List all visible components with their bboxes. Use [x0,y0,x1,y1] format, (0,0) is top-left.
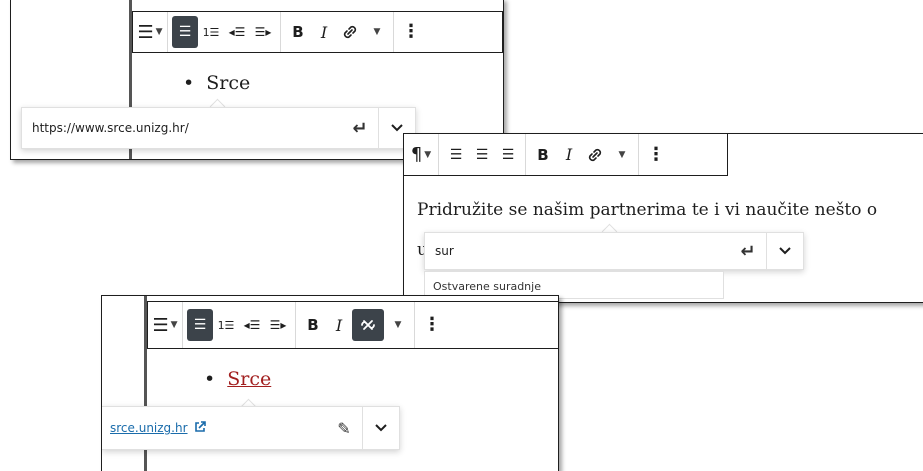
list-block-switcher[interactable]: ☰ ▼ [137,16,163,48]
outdent-icon: ◂☰ [243,318,261,332]
list-block: • Srce [183,72,250,94]
italic-button[interactable]: I [556,139,582,171]
align-center-button[interactable]: ☰ [469,139,495,171]
bullet: • [204,368,216,390]
link-url-popover: https://www.srce.unizg.hr/ ↵ [21,107,416,149]
list-block: • Srce [204,368,271,390]
list-block-switcher[interactable]: ☰ ▼ [152,309,178,341]
editor-panel-link-search: ¶ ▼ ☰ ☰ ☰ B I ▼ ⋮ Pridružite se našim pa… [403,133,923,303]
list-icon: ☰ [137,21,154,43]
block-toolbar: ☰ ▼ ☰ 1☰ ◂☰ ☰▸ B I ▼ ⋮ [132,11,503,53]
chevron-down-icon [375,424,387,432]
list-format-group: ☰ 1☰ ◂☰ ☰▸ [183,302,296,348]
chevron-down-icon [391,124,403,132]
link-settings-toggle[interactable] [767,233,803,269]
caret-down-icon: ▼ [424,149,432,160]
outdent-button[interactable]: ◂☰ [224,16,250,48]
block-toolbar: ☰ ▼ ☰ 1☰ ◂☰ ☰▸ B I ▼ ⋮ [147,301,558,349]
more-format-button[interactable]: ▼ [608,139,634,171]
link-icon [343,25,357,39]
options-group: ⋮ [394,12,428,52]
list-item-text[interactable]: Srce [206,72,250,94]
list-format-group: ☰ 1☰ ◂☰ ☰▸ [168,12,281,52]
align-center-icon: ☰ [475,146,489,163]
options-group: ⋮ [415,302,449,348]
pencil-icon: ✎ [337,418,351,438]
link-icon [588,148,602,161]
linked-list-item-text[interactable]: Srce [227,368,271,390]
indent-button[interactable]: ☰▸ [250,16,276,48]
align-left-button[interactable]: ☰ [443,139,469,171]
caret-down-icon: ▼ [170,320,178,330]
link-search-popover: sur ↵ [424,232,804,270]
paragraph-text[interactable]: Pridružite se našim partnerima te i vi n… [417,200,877,220]
list-icon: ☰ [152,314,169,336]
block-toolbar: ¶ ▼ ☰ ☰ ☰ B I ▼ ⋮ [404,134,728,176]
more-format-button[interactable]: ▼ [384,309,410,341]
bold-button[interactable]: B [285,16,311,48]
block-type-group: ☰ ▼ [148,302,183,348]
ordered-list-button[interactable]: 1☰ [213,309,239,341]
unlink-icon [361,320,375,330]
link-button[interactable] [337,16,363,48]
suggestion-title: Ostvarene suradnje [433,280,541,293]
more-format-button[interactable]: ▼ [363,16,389,48]
block-options-button[interactable]: ⋮ [419,309,445,341]
enter-icon: ↵ [352,117,368,139]
editor-panel-link-preview: ☰ ▼ ☰ 1☰ ◂☰ ☰▸ B I ▼ ⋮ • Srce srce.unizg… [101,295,559,471]
block-type-group: ¶ ▼ [404,134,439,175]
block-options-button[interactable]: ⋮ [398,16,424,48]
unlink-button[interactable] [352,309,384,341]
edit-link-button[interactable]: ✎ [326,407,362,449]
format-group: B I ▼ [526,134,639,175]
italic-button[interactable]: I [326,309,352,341]
bold-button[interactable]: B [300,309,326,341]
align-group: ☰ ☰ ☰ [439,134,526,175]
unordered-list-icon: ☰ [193,317,207,333]
indent-icon: ☰▸ [269,318,287,332]
chevron-down-icon [779,247,791,255]
options-group: ⋮ [639,134,673,175]
paragraph-icon: ¶ [410,144,423,165]
format-group: B I ▼ [296,302,415,348]
link-preview: srce.unizg.hr [102,421,326,435]
align-right-icon: ☰ [501,146,515,163]
caret-down-icon: ▼ [373,27,381,37]
caret-down-icon: ▼ [155,27,163,37]
link-preview-popover: srce.unizg.hr ✎ [102,406,400,450]
align-left-icon: ☰ [449,146,463,163]
caret-down-icon: ▼ [394,320,402,330]
enter-icon: ↵ [740,240,756,262]
apply-link-button[interactable]: ↵ [342,108,378,148]
bullet: • [183,72,195,94]
link-url-display[interactable]: srce.unizg.hr [110,421,188,435]
ordered-list-button[interactable]: 1☰ [198,16,224,48]
link-settings-toggle[interactable] [363,407,399,449]
block-options-button[interactable]: ⋮ [643,139,669,171]
block-type-group: ☰ ▼ [133,12,168,52]
align-right-button[interactable]: ☰ [495,139,521,171]
external-link-icon[interactable] [194,421,207,433]
bold-button[interactable]: B [530,139,556,171]
outdent-button[interactable]: ◂☰ [239,309,265,341]
paragraph-block-switcher[interactable]: ¶ ▼ [408,139,434,171]
outdent-icon: ◂☰ [228,25,246,39]
unordered-list-button[interactable]: ☰ [187,309,213,341]
format-group: B I ▼ [281,12,394,52]
caret-down-icon: ▼ [618,149,626,160]
indent-icon: ☰▸ [254,25,272,39]
url-input[interactable]: https://www.srce.unizg.hr/ [22,121,342,135]
indent-button[interactable]: ☰▸ [265,309,291,341]
apply-link-button[interactable]: ↵ [730,233,766,269]
ordered-list-icon: 1☰ [217,318,235,332]
italic-button[interactable]: I [311,16,337,48]
unordered-list-icon: ☰ [178,24,192,40]
ordered-list-icon: 1☰ [202,25,220,39]
unordered-list-button[interactable]: ☰ [172,16,198,48]
link-button[interactable] [582,139,608,171]
link-search-input[interactable]: sur [425,244,730,258]
